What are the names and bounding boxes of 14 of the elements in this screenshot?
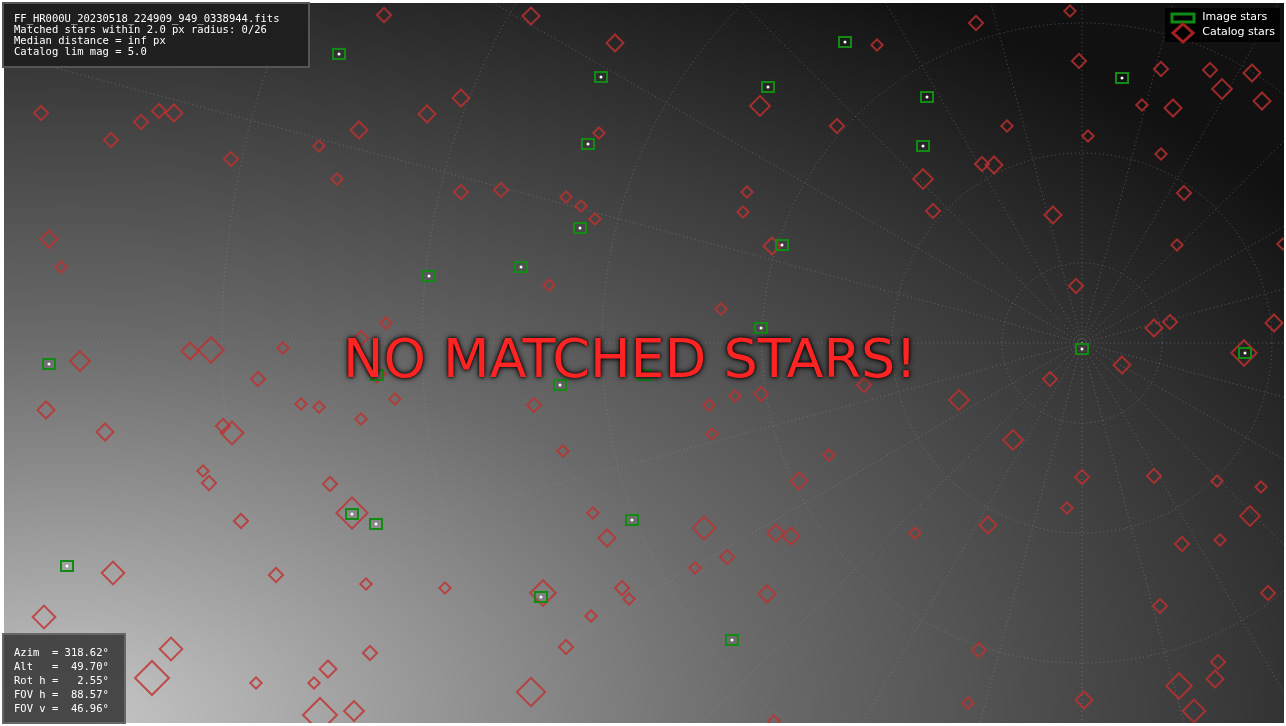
- pointing-text: Alt = 49.70°: [14, 659, 110, 673]
- pointing-text: Azim = 318.62°: [14, 645, 110, 659]
- info-text: Matched stars within 2.0 px radius: 0/26: [14, 24, 267, 35]
- pointing-text: FOV h = 88.57°: [14, 687, 110, 701]
- no-match-message: NO MATCHED STARS!: [343, 327, 917, 390]
- legend-label: Image stars: [1202, 9, 1268, 26]
- diamond-marker-icon: [1170, 21, 1197, 44]
- info-text: Catalog lim mag = 5.0: [14, 46, 148, 57]
- legend-label: Catalog stars: [1202, 24, 1275, 41]
- info-text: Median distance = inf px: [14, 35, 167, 46]
- pointing-text: Rot h = 2.55°: [14, 673, 110, 687]
- info-text: FF_HR000U_20230518_224909_949_0338944.fits: [14, 13, 281, 24]
- square-marker-icon: [1170, 11, 1197, 24]
- pointing-text: FOV v = 46.96°: [14, 701, 110, 715]
